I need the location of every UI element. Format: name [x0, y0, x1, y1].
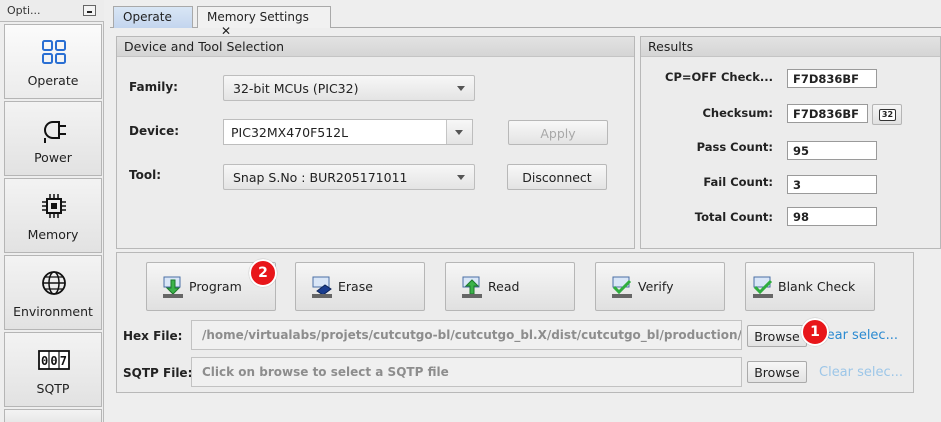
read-arrow-icon: [462, 276, 482, 298]
sqtp-clear-selection-link[interactable]: Clear selec...: [819, 365, 903, 380]
hex-file-label: Hex File:: [123, 329, 183, 343]
options-header: Opti...: [0, 0, 104, 22]
family-select[interactable]: 32-bit MCUs (PIC32): [223, 75, 475, 101]
checksum-32bit-button[interactable]: 32: [872, 104, 902, 125]
device-dropdown-button[interactable]: [446, 120, 472, 144]
read-button[interactable]: Read: [445, 262, 575, 311]
counter-icon: 007: [38, 350, 70, 370]
tool-label: Tool:: [129, 168, 161, 182]
nav-memory-label: Memory: [27, 227, 79, 242]
tab-memory-settings-label: Memory Settings: [207, 10, 309, 24]
total-count-label: Total Count:: [694, 210, 773, 224]
annotation-marker-1: 1: [801, 318, 829, 346]
nav-power[interactable]: Power: [4, 101, 102, 176]
options-title: Opti...: [7, 4, 41, 17]
nav-sqtp-label: SQTP: [36, 381, 70, 396]
blank-check-button[interactable]: Blank Check: [745, 262, 875, 311]
pass-count-value: 95: [787, 141, 877, 160]
tab-memory-settings[interactable]: Memory Settings✕: [197, 6, 331, 38]
nav-sqtp[interactable]: 007 SQTP: [4, 332, 102, 407]
checksum-value: F7D836BF: [787, 104, 868, 123]
device-select[interactable]: PIC32MX470F512L: [223, 119, 473, 145]
fail-count-value: 3: [787, 175, 877, 194]
read-label: Read: [488, 279, 520, 294]
apply-button[interactable]: Apply: [508, 120, 608, 145]
nav-power-label: Power: [34, 150, 72, 165]
chevron-down-icon: [457, 86, 465, 91]
program-arrow-icon: [163, 276, 183, 298]
32bit-icon: 32: [879, 109, 896, 121]
pass-count-label: Pass Count:: [696, 140, 773, 154]
power-plug-icon: [43, 121, 66, 143]
nav-more[interactable]: [4, 409, 102, 422]
annotation-marker-2: 2: [249, 259, 277, 287]
total-count-value: 98: [787, 207, 877, 226]
sqtp-browse-button[interactable]: Browse: [747, 361, 807, 383]
nav-memory[interactable]: Memory: [4, 178, 102, 253]
options-panel: Opti... Operate Power Memory Environment…: [0, 0, 104, 422]
verify-label: Verify: [638, 279, 674, 294]
checksum-label: Checksum:: [702, 106, 773, 120]
cp-off-checksum-value: F7D836BF: [787, 69, 877, 88]
verify-check-icon: [612, 276, 632, 298]
verify-button[interactable]: Verify: [595, 262, 725, 311]
erase-button[interactable]: Erase: [295, 262, 425, 311]
sqtp-file-label: SQTP File:: [123, 366, 193, 380]
tab-operate[interactable]: Operate: [113, 6, 193, 28]
cp-off-checksum-label: CP=OFF Check...: [665, 70, 773, 84]
fail-count-label: Fail Count:: [703, 175, 773, 189]
counter-icon-text: 007: [41, 354, 67, 368]
device-label: Device:: [129, 124, 180, 138]
program-label: Program: [189, 279, 242, 294]
nav-operate[interactable]: Operate: [4, 24, 102, 99]
chevron-down-icon: [457, 175, 465, 180]
nav-environment-label: Environment: [13, 304, 93, 319]
erase-icon: [312, 276, 332, 298]
tab-operate-label: Operate: [123, 10, 172, 24]
results-title: Results: [641, 37, 940, 57]
tool-value: Snap S.No : BUR205171011: [233, 170, 408, 185]
device-tool-panel: Device and Tool Selection Family: 32-bit…: [116, 36, 635, 249]
family-label: Family:: [129, 80, 178, 94]
minimize-icon[interactable]: [83, 5, 96, 16]
device-tool-title: Device and Tool Selection: [117, 37, 634, 57]
memory-chip-icon: [42, 194, 66, 218]
disconnect-button[interactable]: Disconnect: [507, 164, 607, 190]
hex-file-field[interactable]: /home/virtualabs/projets/cutcutgo-bl/cut…: [191, 320, 742, 350]
chevron-down-icon: [455, 130, 463, 135]
blank-check-label: Blank Check: [778, 279, 856, 294]
nav-environment[interactable]: Environment: [4, 255, 102, 330]
hex-clear-selection-link[interactable]: lear selec...: [823, 328, 898, 343]
erase-label: Erase: [338, 279, 373, 294]
grid-icon: [42, 40, 66, 64]
sqtp-file-field[interactable]: Click on browse to select a SQTP file: [191, 357, 742, 387]
blank-check-icon: [753, 276, 773, 298]
results-panel: Results CP=OFF Check... F7D836BF Checksu…: [640, 36, 941, 249]
actions-panel: Program Erase Read Verify Blank Check He…: [116, 252, 914, 393]
tool-select[interactable]: Snap S.No : BUR205171011: [223, 164, 475, 190]
family-value: 32-bit MCUs (PIC32): [233, 81, 359, 96]
hex-browse-button[interactable]: Browse: [747, 325, 807, 347]
device-value: PIC32MX470F512L: [231, 125, 349, 140]
globe-icon: [42, 271, 66, 295]
tab-bar: Operate Memory Settings✕: [110, 0, 941, 38]
nav-operate-label: Operate: [27, 73, 79, 88]
